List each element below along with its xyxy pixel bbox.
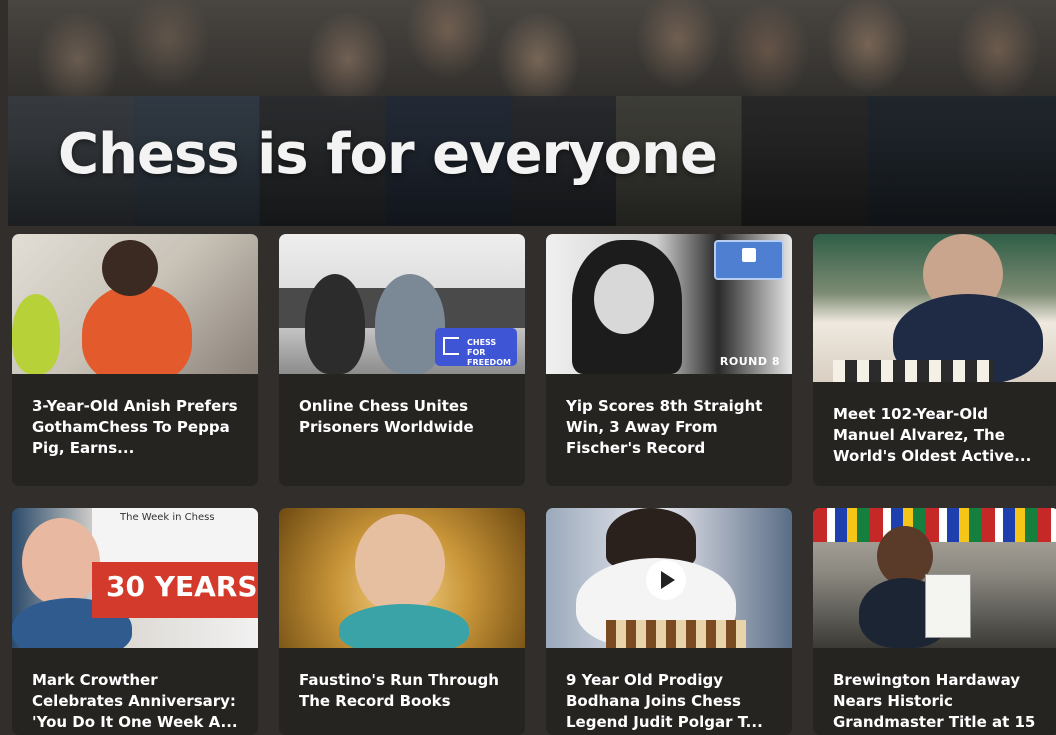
article-thumbnail	[12, 234, 258, 374]
article-thumbnail	[279, 508, 525, 648]
article-title: Mark Crowther Celebrates Anniversary: 'Y…	[32, 671, 238, 731]
article-card[interactable]: The Week in Chess 30 YEARS Mark Crowther…	[12, 508, 258, 735]
round-label: ROUND 8	[719, 355, 780, 368]
article-card[interactable]: CHESS FOR FREEDOM Online Chess Unites Pr…	[279, 234, 525, 486]
article-card[interactable]: Meet 102-Year-Old Manuel Alvarez, The Wo…	[813, 234, 1056, 486]
tournament-logo-icon	[742, 248, 756, 262]
chess-for-freedom-icon	[443, 337, 459, 355]
article-card[interactable]: Faustino's Run Through The Record Books	[279, 508, 525, 735]
chess-for-freedom-logo: CHESS FOR FREEDOM	[435, 328, 517, 367]
article-card[interactable]: Brewington Hardaway Nears Historic Grand…	[813, 508, 1056, 735]
tournament-logo	[714, 240, 784, 280]
hero-title: Chess is for everyone	[58, 122, 718, 187]
article-title: Yip Scores 8th Straight Win, 3 Away From…	[566, 397, 763, 457]
flags-banner	[813, 508, 1056, 542]
article-thumbnail	[546, 508, 792, 648]
article-title: Online Chess Unites Prisoners Worldwide	[299, 397, 474, 436]
week-in-chess-header: The Week in Chess	[92, 508, 258, 562]
anniversary-banner: 30 YEARS	[92, 562, 258, 618]
article-title: Faustino's Run Through The Record Books	[299, 671, 499, 710]
article-card[interactable]: 9 Year Old Prodigy Bodhana Joins Chess L…	[546, 508, 792, 735]
hero-banner[interactable]: Chess is for everyone	[8, 0, 1056, 226]
article-title: 3-Year-Old Anish Prefers GothamChess To …	[32, 397, 238, 457]
article-card[interactable]: ROUND 8 Yip Scores 8th Straight Win, 3 A…	[546, 234, 792, 486]
article-thumbnail: CHESS FOR FREEDOM	[279, 234, 525, 374]
article-title: 9 Year Old Prodigy Bodhana Joins Chess L…	[566, 671, 763, 731]
article-title: Brewington Hardaway Nears Historic Grand…	[833, 671, 1036, 731]
play-video-button[interactable]	[646, 560, 686, 600]
article-thumbnail	[813, 234, 1056, 382]
article-thumbnail: The Week in Chess 30 YEARS	[12, 508, 258, 648]
article-thumbnail	[813, 508, 1056, 648]
article-thumbnail: ROUND 8	[546, 234, 792, 374]
article-card[interactable]: 3-Year-Old Anish Prefers GothamChess To …	[12, 234, 258, 486]
article-title: Meet 102-Year-Old Manuel Alvarez, The Wo…	[833, 405, 1032, 465]
